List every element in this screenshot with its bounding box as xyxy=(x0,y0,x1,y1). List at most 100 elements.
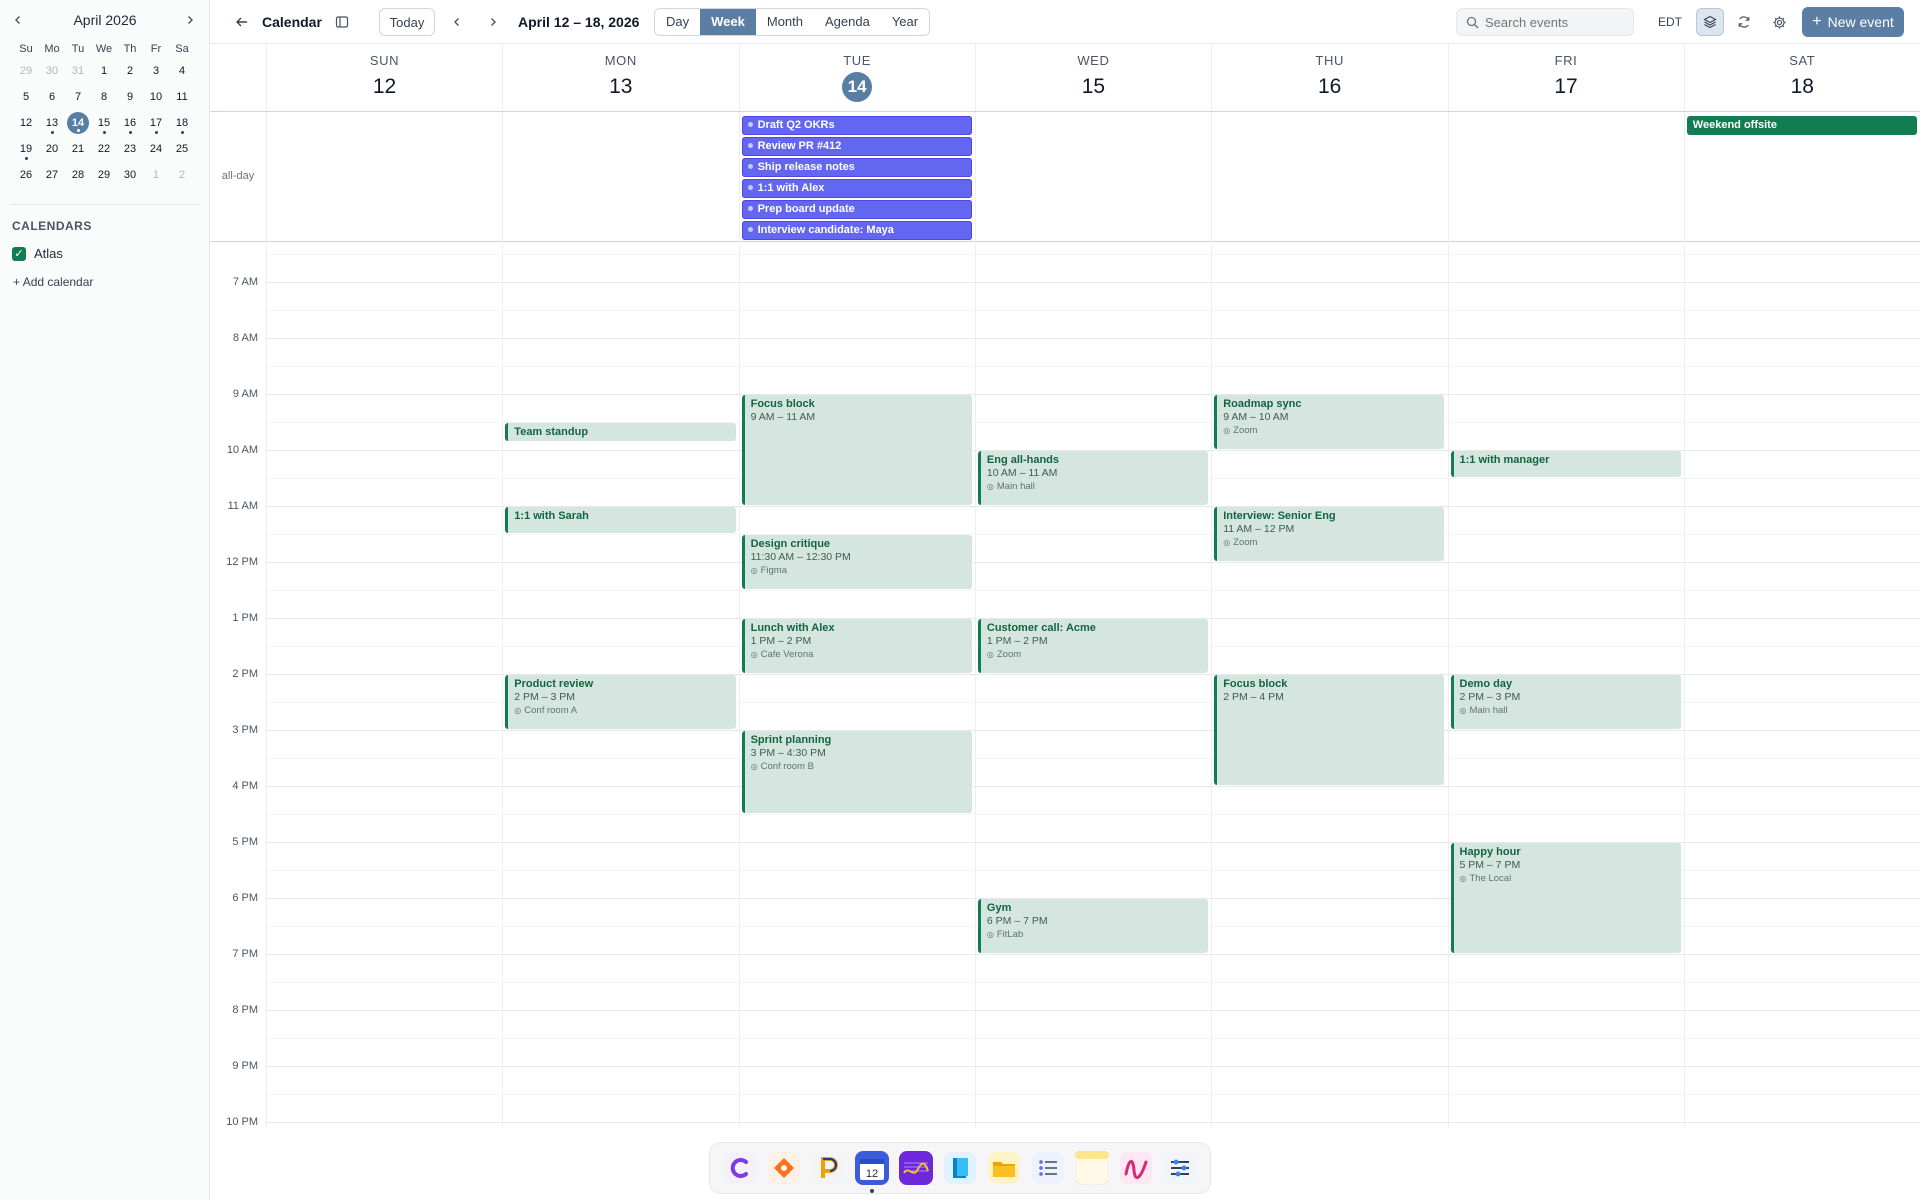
all-day-cell[interactable] xyxy=(502,112,738,242)
dock-app-p[interactable] xyxy=(810,1150,846,1186)
mini-day[interactable]: 2 xyxy=(169,162,195,188)
mini-day[interactable]: 9 xyxy=(117,84,143,110)
all-day-cell[interactable] xyxy=(974,112,1211,242)
calendar-event[interactable]: 1:1 with Sarah xyxy=(505,507,736,534)
toggle-sidebar-button[interactable] xyxy=(330,8,354,36)
calendar-event[interactable]: Sprint planning3 PM – 4:30 PMConf room B xyxy=(741,731,972,814)
today-button[interactable]: Today xyxy=(379,8,435,36)
mini-day[interactable]: 16 xyxy=(117,110,143,136)
settings-button[interactable] xyxy=(1765,8,1793,36)
mini-day[interactable]: 6 xyxy=(39,84,65,110)
calendar-event[interactable]: Product review2 PM – 3 PMConf room A xyxy=(505,675,736,730)
mini-day[interactable]: 19 xyxy=(13,136,39,162)
refresh-button[interactable] xyxy=(1730,8,1758,36)
mini-day[interactable]: 28 xyxy=(65,162,91,188)
mini-day[interactable]: 30 xyxy=(39,58,65,84)
calendar-event[interactable]: Focus block 2 PM – 4 PM xyxy=(1214,675,1445,786)
mini-day[interactable]: 23 xyxy=(117,136,143,162)
day-column[interactable] xyxy=(975,243,1211,1128)
view-tab-day[interactable]: Day xyxy=(655,9,700,35)
dock-app-scribble[interactable] xyxy=(1118,1150,1154,1186)
day-header-thu[interactable]: THU 16 xyxy=(1211,44,1447,112)
mini-day[interactable]: 5 xyxy=(13,84,39,110)
mini-day[interactable]: 18 xyxy=(169,110,195,136)
layers-button[interactable] xyxy=(1696,8,1724,36)
day-column[interactable] xyxy=(1684,243,1920,1128)
calendar-event[interactable]: Lunch with Alex1 PM – 2 PMCafe Verona xyxy=(741,619,972,674)
next-week-button[interactable] xyxy=(482,8,504,36)
dock-app-notes[interactable] xyxy=(1074,1150,1110,1186)
mini-day[interactable]: 17 xyxy=(143,110,169,136)
day-column[interactable] xyxy=(739,243,975,1128)
mini-day[interactable]: 31 xyxy=(65,58,91,84)
day-header-sun[interactable]: SUN 12 xyxy=(266,44,502,112)
view-tab-agenda[interactable]: Agenda xyxy=(814,9,881,35)
dock-app-orange[interactable] xyxy=(766,1150,802,1186)
mini-day[interactable]: 13 xyxy=(39,110,65,136)
day-column[interactable] xyxy=(266,243,502,1128)
calendar-checkbox[interactable]: ✓ xyxy=(12,246,26,261)
calendar-event[interactable]: Focus block 9 AM – 11 AM xyxy=(741,395,972,506)
dock-app-calendar[interactable]: 12 xyxy=(854,1150,890,1193)
view-tab-week[interactable]: Week xyxy=(700,9,756,35)
all-day-cell[interactable] xyxy=(1211,112,1447,242)
calendar-event[interactable]: Eng all-hands10 AM – 11 AMMain hall xyxy=(977,451,1209,506)
mini-day-today[interactable]: 14 xyxy=(65,110,91,136)
day-header-tue[interactable]: TUE 14 xyxy=(738,44,975,112)
new-event-button[interactable]: + New event xyxy=(1802,7,1904,37)
calendar-event[interactable]: Team standup xyxy=(505,423,736,441)
dock-app-files[interactable] xyxy=(986,1150,1022,1186)
all-day-cell[interactable] xyxy=(266,112,502,242)
mini-day[interactable]: 20 xyxy=(39,136,65,162)
dock-app-waves[interactable] xyxy=(898,1150,934,1186)
mini-prev-month-button[interactable] xyxy=(8,10,28,30)
mini-day[interactable]: 1 xyxy=(91,58,117,84)
all-day-event[interactable]: Ship release notes xyxy=(741,158,972,177)
calendar-event[interactable]: Demo day2 PM – 3 PMMain hall xyxy=(1450,675,1681,730)
dock-app-settings[interactable] xyxy=(1162,1150,1198,1186)
calendar-event[interactable]: Happy hour5 PM – 7 PMThe Local xyxy=(1450,843,1681,954)
prev-week-button[interactable] xyxy=(446,8,468,36)
mini-day[interactable]: 27 xyxy=(39,162,65,188)
calendar-item-atlas[interactable]: ✓ Atlas xyxy=(12,246,63,261)
day-header-sat[interactable]: SAT 18 xyxy=(1683,44,1920,112)
day-header-mon[interactable]: MON 13 xyxy=(502,44,738,112)
dock-app-list[interactable] xyxy=(1030,1150,1066,1186)
mini-day[interactable]: 4 xyxy=(169,58,195,84)
mini-day[interactable]: 12 xyxy=(13,110,39,136)
view-tab-month[interactable]: Month xyxy=(756,9,814,35)
mini-day[interactable]: 29 xyxy=(13,58,39,84)
mini-day[interactable]: 25 xyxy=(169,136,195,162)
dock-app-c[interactable] xyxy=(722,1150,758,1186)
mini-day[interactable]: 3 xyxy=(143,58,169,84)
add-calendar-button[interactable]: + Add calendar xyxy=(13,275,93,289)
all-day-cell[interactable] xyxy=(1447,112,1684,242)
search-input[interactable] xyxy=(1485,14,1625,30)
mini-day[interactable]: 1 xyxy=(143,162,169,188)
calendar-event[interactable]: Interview: Senior Eng11 AM – 12 PMZoom xyxy=(1214,507,1445,562)
dock-app-book[interactable] xyxy=(942,1150,978,1186)
mini-next-month-button[interactable] xyxy=(180,10,200,30)
all-day-event[interactable]: Interview candidate: Maya xyxy=(741,221,972,240)
mini-day[interactable]: 8 xyxy=(91,84,117,110)
mini-day[interactable]: 15 xyxy=(91,110,117,136)
all-day-event[interactable]: Weekend offsite xyxy=(1686,116,1918,135)
all-day-event[interactable]: 1:1 with Alex xyxy=(741,179,972,198)
all-day-event[interactable]: Draft Q2 OKRs xyxy=(741,116,972,135)
mini-day[interactable]: 30 xyxy=(117,162,143,188)
calendar-event[interactable]: Customer call: Acme1 PM – 2 PMZoom xyxy=(977,619,1209,674)
mini-day[interactable]: 26 xyxy=(13,162,39,188)
back-button[interactable] xyxy=(230,8,254,36)
mini-day[interactable]: 7 xyxy=(65,84,91,110)
calendar-event[interactable]: Design critique11:30 AM – 12:30 PMFigma xyxy=(741,535,972,590)
calendar-event[interactable]: Roadmap sync9 AM – 10 AMZoom xyxy=(1214,395,1445,450)
all-day-event[interactable]: Prep board update xyxy=(741,200,972,219)
mini-day[interactable]: 22 xyxy=(91,136,117,162)
mini-day[interactable]: 11 xyxy=(169,84,195,110)
day-header-fri[interactable]: FRI 17 xyxy=(1447,44,1684,112)
calendar-event[interactable]: Gym6 PM – 7 PMFitLab xyxy=(977,899,1209,954)
view-tab-year[interactable]: Year xyxy=(881,9,929,35)
search-box[interactable] xyxy=(1456,8,1634,36)
mini-day[interactable]: 24 xyxy=(143,136,169,162)
day-header-wed[interactable]: WED 15 xyxy=(974,44,1211,112)
